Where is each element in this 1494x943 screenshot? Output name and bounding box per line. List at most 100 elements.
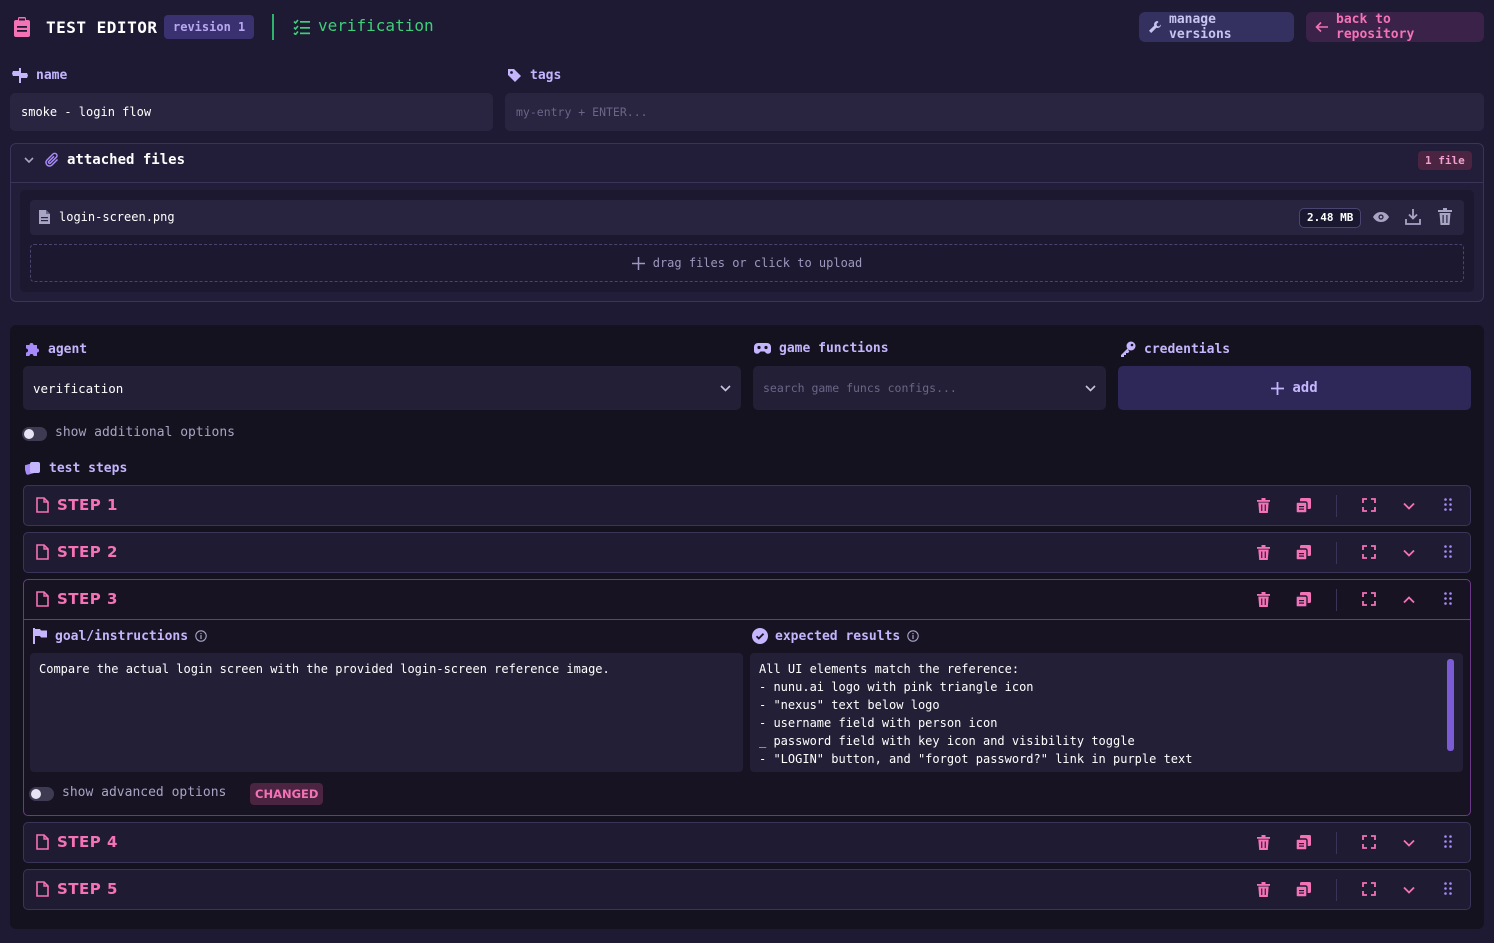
info-icon[interactable]	[195, 630, 207, 642]
name-label: name	[12, 68, 67, 83]
arrow-left-icon	[1315, 21, 1329, 33]
expected-results-scrollbar[interactable]	[1447, 659, 1454, 751]
drag-handle-icon[interactable]	[1444, 592, 1452, 605]
key-icon	[1120, 341, 1136, 357]
eye-icon[interactable]	[1372, 211, 1390, 223]
clipboard-icon	[13, 17, 31, 37]
step-header[interactable]: STEP 4	[24, 823, 1470, 863]
file-count-badge: 1 file	[1418, 151, 1472, 170]
tags-input[interactable]: my-entry + ENTER...	[505, 93, 1484, 131]
chevron-down-icon[interactable]	[24, 157, 34, 164]
mode-label: verification	[318, 16, 434, 35]
drag-handle-icon[interactable]	[1444, 835, 1452, 848]
flag-icon	[33, 628, 48, 644]
back-to-repository-label: back to repository	[1336, 12, 1415, 42]
duplicate-step-icon[interactable]	[1296, 835, 1311, 850]
gamepad-icon	[754, 342, 771, 355]
tags-label: tags	[507, 68, 561, 83]
puzzle-icon	[24, 341, 40, 357]
delete-step-icon[interactable]	[1257, 545, 1270, 560]
drag-handle-icon[interactable]	[1444, 545, 1452, 558]
duplicate-step-icon[interactable]	[1296, 498, 1311, 513]
duplicate-step-icon[interactable]	[1296, 882, 1311, 897]
step-card: STEP 1	[23, 485, 1471, 526]
document-icon	[36, 591, 49, 607]
delete-step-icon[interactable]	[1257, 835, 1270, 850]
document-icon	[36, 881, 49, 897]
revision-badge: revision 1	[164, 15, 255, 39]
step-card: STEP 2	[23, 532, 1471, 573]
header: TEST EDITOR revision 1 verification mana…	[0, 0, 1494, 56]
test-steps-label: test steps	[25, 460, 127, 476]
fullscreen-icon[interactable]	[1362, 835, 1376, 849]
wrench-icon	[1148, 20, 1162, 34]
plus-icon	[631, 256, 645, 270]
name-input[interactable]: smoke - login flow	[10, 93, 493, 131]
drag-handle-icon[interactable]	[1444, 882, 1452, 895]
fullscreen-icon[interactable]	[1362, 498, 1376, 512]
delete-step-icon[interactable]	[1257, 498, 1270, 513]
checklist-icon	[293, 19, 310, 35]
step-title: STEP 5	[57, 880, 118, 898]
game-functions-label: game functions	[754, 341, 889, 356]
chevron-down-icon[interactable]	[1403, 886, 1415, 894]
dropzone-label: drag files or click to upload	[652, 256, 863, 270]
layers-icon	[25, 460, 41, 476]
file-size-badge: 2.48 MB	[1299, 208, 1362, 228]
info-icon[interactable]	[907, 630, 919, 642]
back-to-repository-button[interactable]: back to repository	[1306, 12, 1484, 42]
attached-files-header[interactable]	[10, 143, 1484, 183]
agent-select[interactable]: verification	[23, 366, 741, 410]
drag-handle-icon[interactable]	[1444, 498, 1452, 511]
chevron-up-icon[interactable]	[1403, 596, 1415, 604]
fullscreen-icon[interactable]	[1362, 545, 1376, 559]
file-icon	[39, 210, 50, 224]
step-actions-divider	[1336, 589, 1337, 611]
goal-instructions-textarea[interactable]: Compare the actual login screen with the…	[30, 653, 743, 772]
add-credential-button[interactable]: add	[1118, 366, 1471, 410]
step-title: STEP 2	[57, 543, 118, 561]
chevron-down-icon[interactable]	[1403, 839, 1415, 847]
step-title: STEP 4	[57, 833, 118, 851]
tag-icon	[507, 68, 522, 83]
chevron-down-icon[interactable]	[1403, 549, 1415, 557]
additional-options-label: show additional options	[55, 425, 236, 440]
credentials-label: credentials	[1120, 341, 1230, 357]
step-card: STEP 4	[23, 822, 1471, 863]
advanced-options-toggle[interactable]	[29, 787, 54, 801]
delete-step-icon[interactable]	[1257, 882, 1270, 897]
goal-instructions-label: goal/instructions	[33, 628, 207, 644]
tags-placeholder: my-entry + ENTER...	[516, 105, 648, 119]
trash-icon[interactable]	[1438, 208, 1452, 225]
fullscreen-icon[interactable]	[1362, 882, 1376, 896]
fullscreen-icon[interactable]	[1362, 592, 1376, 606]
chevron-down-icon	[720, 384, 731, 392]
step-header[interactable]: STEP 5	[24, 870, 1470, 910]
agent-label: agent	[24, 341, 87, 357]
duplicate-step-icon[interactable]	[1296, 592, 1311, 607]
step-header[interactable]: STEP 1	[24, 486, 1470, 526]
add-credential-label: add	[1292, 380, 1318, 396]
delete-step-icon[interactable]	[1257, 592, 1270, 607]
check-circle-icon	[752, 628, 768, 644]
file-row	[30, 200, 1464, 235]
upload-dropzone[interactable]: drag files or click to upload	[30, 244, 1464, 282]
expected-results-textarea[interactable]: All UI elements match the reference: - n…	[750, 653, 1463, 772]
duplicate-step-icon[interactable]	[1296, 545, 1311, 560]
signpost-icon	[12, 68, 28, 83]
step-actions-divider	[1336, 495, 1337, 517]
download-icon[interactable]	[1405, 208, 1421, 225]
page-title: TEST EDITOR	[46, 18, 158, 37]
additional-options-toggle[interactable]	[22, 427, 47, 441]
agent-select-value: verification	[33, 380, 124, 396]
plus-icon	[1271, 381, 1285, 395]
document-icon	[36, 834, 49, 850]
step-header[interactable]: STEP 2	[24, 533, 1470, 573]
step-title: STEP 1	[57, 496, 118, 514]
manage-versions-label: manage versions	[1169, 12, 1232, 42]
chevron-down-icon	[1085, 384, 1096, 392]
step-header[interactable]: STEP 3	[24, 580, 1470, 620]
chevron-down-icon[interactable]	[1403, 502, 1415, 510]
game-functions-select[interactable]: search game funcs configs...	[753, 366, 1106, 410]
manage-versions-button[interactable]: manage versions	[1139, 12, 1294, 42]
